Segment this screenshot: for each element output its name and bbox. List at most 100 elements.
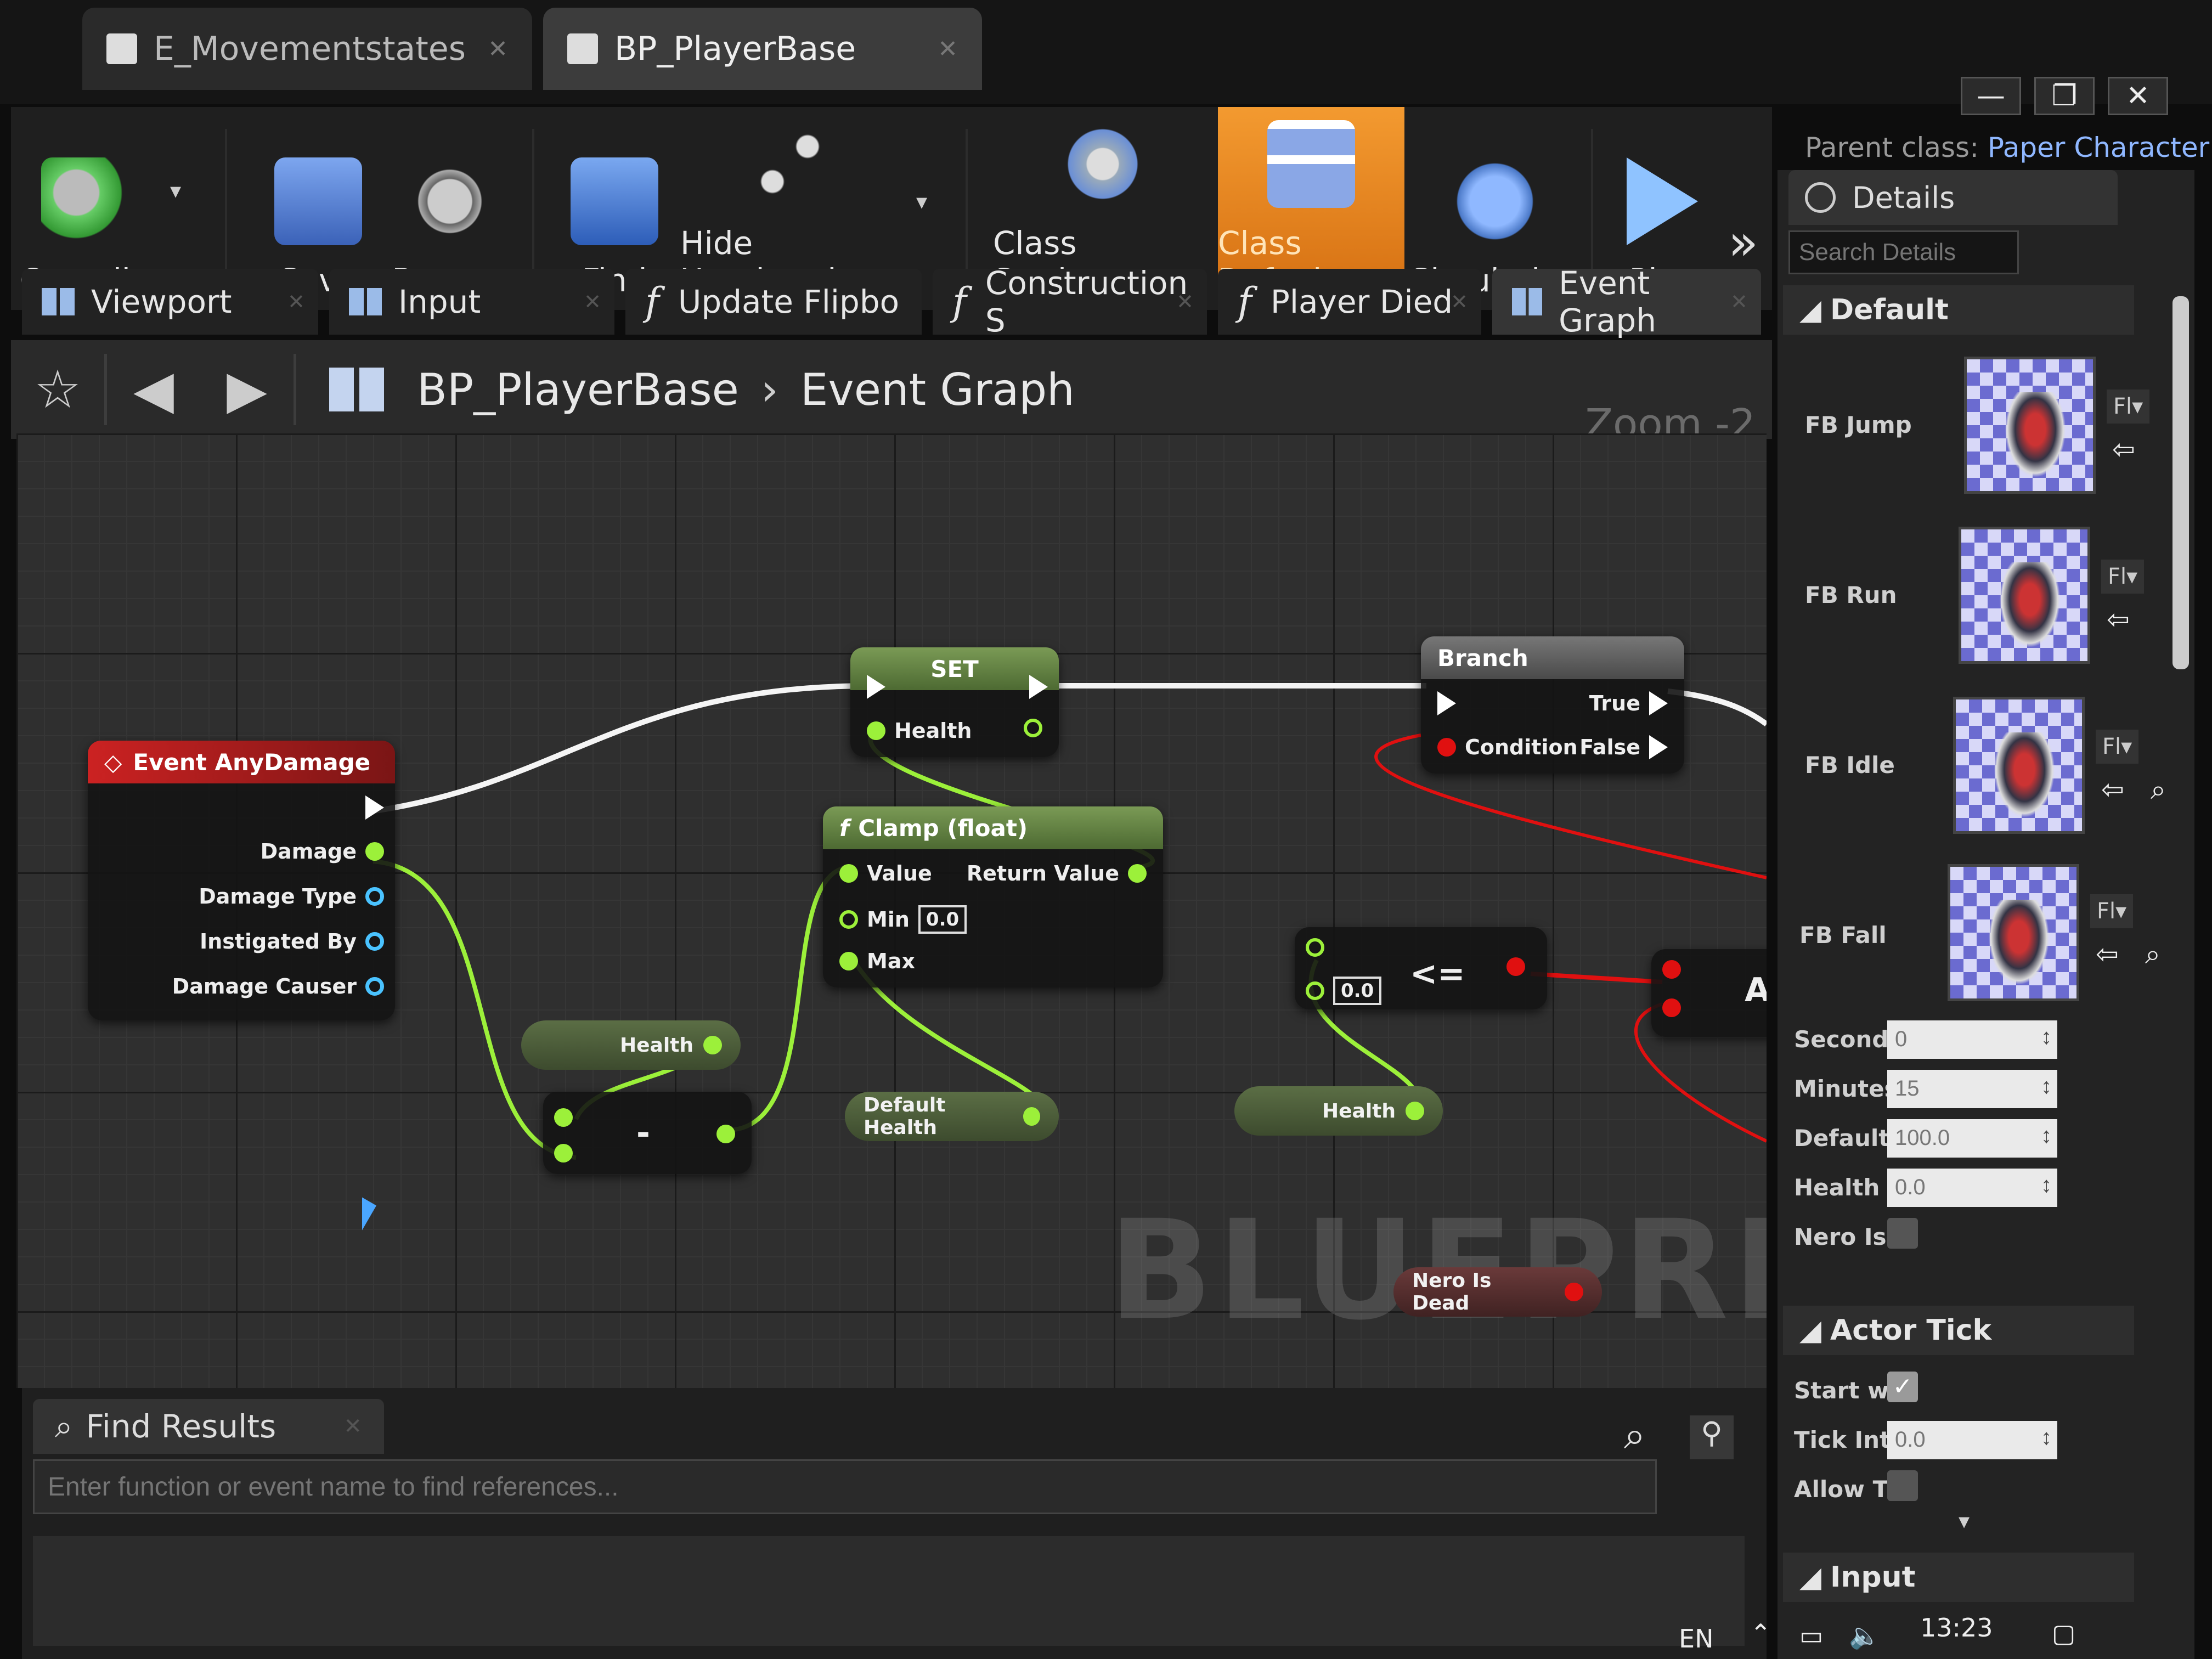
exec-input-pin[interactable] [867,675,885,699]
forward-arrow-icon[interactable]: ▶ [200,359,294,420]
nero-is-dead-checkbox[interactable] [1887,1218,1918,1249]
tick-interval-field[interactable]: 0.0 [1887,1421,2057,1459]
browse-asset-search-icon[interactable]: ⌕ [2151,774,2166,806]
toolbar-overflow-chevron-icon[interactable]: » [1728,214,1758,272]
a-input-pin[interactable] [554,1108,573,1127]
tab-input[interactable]: Input ✕ [329,269,614,335]
details-scrollbar[interactable] [2172,296,2189,669]
network-icon[interactable]: ▭ [1799,1621,1823,1650]
value-pin[interactable]: Value [839,861,932,885]
use-selected-arrow-icon[interactable]: ⇦ [2112,433,2135,465]
close-window-button[interactable]: ✕ [2108,77,2168,115]
category-input[interactable]: ◢ Input [1783,1553,2134,1602]
flipbook-thumbnail[interactable] [1964,357,2096,494]
condition-pin[interactable]: Condition [1437,735,1578,759]
minutes-field[interactable]: 15 [1887,1070,2057,1108]
event-anydamage-node[interactable]: ◇ Event AnyDamage Damage Damage Type Ins… [88,741,395,1020]
a-input-pin[interactable] [1306,938,1324,957]
exec-output-pin[interactable] [365,795,384,820]
compile-options-chevron-icon[interactable]: ▾ [170,178,181,204]
subtract-node[interactable]: - [543,1092,752,1174]
health-getter-node[interactable]: Health [1234,1086,1443,1136]
default-health-getter-node[interactable]: Default Health [845,1092,1059,1141]
and-node-partial[interactable]: A [1651,949,1767,1037]
clamp-float-node[interactable]: f Clamp (float) Value Return Value Min 0.… [823,806,1163,988]
breadcrumb-blueprint[interactable]: BP_PlayerBase [417,364,739,415]
event-graph-canvas[interactable]: BLUEPRINT ◇ Event AnyDamage Damage Damag… [16,433,1767,1388]
min-pin[interactable]: Min 0.0 [839,905,967,934]
use-selected-arrow-icon[interactable]: ⇦ [2107,603,2130,635]
bool-input-pin[interactable] [1662,998,1681,1017]
asset-picker-button[interactable]: Fl▾ [2090,894,2134,928]
back-arrow-icon[interactable]: ◀ [107,359,200,420]
find-results-input[interactable] [33,1459,1657,1514]
category-default[interactable]: ◢ Default [1783,285,2134,335]
health-getter-node[interactable]: Health [521,1020,741,1070]
exec-input-pin[interactable] [1437,691,1456,715]
volume-icon[interactable]: 🔈 [1849,1621,1880,1651]
result-output-pin[interactable] [716,1125,735,1143]
close-tab-icon[interactable]: ✕ [287,290,305,314]
favorite-star-icon[interactable]: ☆ [11,359,104,420]
damage-type-pin[interactable]: Damage Type [199,884,384,909]
damage-pin[interactable]: Damage [261,839,384,864]
close-tab-icon[interactable]: ✕ [1451,290,1468,314]
restore-button[interactable]: ❐ [2034,77,2095,115]
false-pin[interactable]: False [1579,735,1668,759]
bool-output-pin[interactable] [1506,957,1525,976]
start-with-tick-enabled-checkbox[interactable]: ✓ [1887,1372,1918,1402]
tab-player-died[interactable]: f Player Died ✕ [1218,269,1481,335]
flipbook-thumbnail[interactable] [1953,697,2085,834]
tab-viewport[interactable]: Viewport ✕ [22,269,318,335]
tab-details[interactable]: Details [1788,170,2118,225]
clock[interactable]: 13:23 [1920,1613,1993,1643]
asset-picker-button[interactable]: Fl▾ [2096,730,2139,764]
notification-icon[interactable]: ▢ [2052,1618,2075,1648]
set-health-node[interactable]: SET Health [850,647,1059,757]
tray-chevron-icon[interactable]: ⌃ [1750,1618,1771,1648]
b-input-pin[interactable]: 0.0 [1306,977,1382,1005]
close-tab-icon[interactable]: ✕ [584,290,601,314]
minimize-button[interactable]: — [1961,77,2021,115]
hide-unrelated-chevron-icon[interactable]: ▾ [916,189,927,215]
doc-tab-movementstates[interactable]: E_Movementstates ✕ [82,8,532,90]
seconds-field[interactable]: 0 [1887,1020,2057,1059]
health-output-pin[interactable] [1024,719,1042,737]
search-icon[interactable]: ⌕ [1624,1413,1645,1458]
return-value-pin[interactable]: Return Value [967,861,1147,885]
asset-picker-button[interactable]: Fl▾ [2107,390,2150,424]
damage-causer-pin[interactable]: Damage Causer [172,974,384,998]
less-equal-node[interactable]: 0.0 <= [1295,927,1547,1009]
tab-event-graph[interactable]: Event Graph ✕ [1492,264,1761,339]
close-tab-icon[interactable]: ✕ [343,1414,362,1439]
find-in-all-blueprints-icon[interactable]: ⚲ [1690,1415,1734,1459]
close-tab-icon[interactable]: ✕ [488,35,508,63]
browse-asset-search-icon[interactable]: ⌕ [2145,938,2160,970]
default-health-field[interactable]: 100.0 [1887,1119,2057,1158]
asset-picker-button[interactable]: Fl▾ [2101,560,2145,594]
tab-update-flipbook[interactable]: f Update Flipbo [625,269,922,335]
instigated-by-pin[interactable]: Instigated By [200,929,384,953]
advanced-expand-icon[interactable]: ▾ [1959,1509,1970,1534]
true-pin[interactable]: True [1589,691,1668,715]
nero-is-dead-getter-node[interactable]: Nero Is Dead [1393,1267,1602,1317]
language-indicator[interactable]: EN [1679,1624,1713,1654]
close-tab-icon[interactable]: ✕ [1176,290,1194,314]
close-tab-icon[interactable]: ✕ [1730,290,1748,314]
health-input-pin[interactable]: Health [867,719,972,743]
branch-node[interactable]: Branch True Condition False [1421,636,1684,774]
category-actor-tick[interactable]: ◢ Actor Tick [1783,1306,2134,1355]
doc-tab-playerbase[interactable]: BP_PlayerBase ✕ [543,8,982,90]
tab-find-results[interactable]: ⌕ Find Results ✕ [33,1399,384,1454]
max-pin[interactable]: Max [839,949,915,973]
close-tab-icon[interactable]: ✕ [938,35,958,63]
bool-input-pin[interactable] [1662,960,1681,979]
allow-tick-checkbox[interactable] [1887,1470,1918,1501]
min-value-field[interactable]: 0.0 [918,905,967,934]
details-search-input[interactable] [1788,230,2019,274]
flipbook-thumbnail[interactable] [1959,527,2090,664]
compare-value-field[interactable]: 0.0 [1333,977,1382,1005]
parent-class-link[interactable]: Paper Character [1988,132,2209,163]
flipbook-thumbnail[interactable] [1948,864,2079,1001]
b-input-pin[interactable] [554,1144,573,1163]
